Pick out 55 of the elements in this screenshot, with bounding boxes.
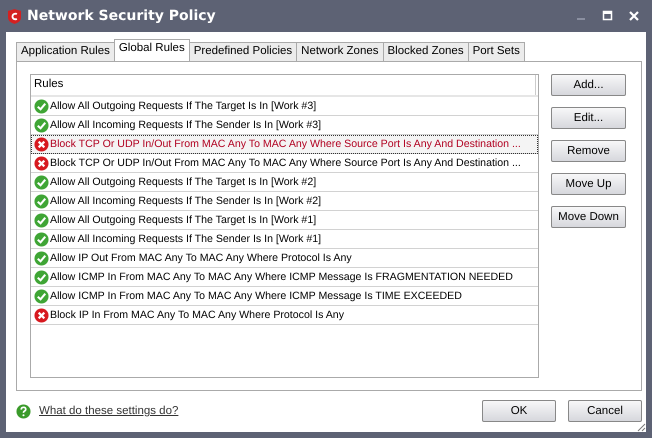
table-row[interactable]: Allow All Incoming Requests If The Sender Is In [Work #2] [31,192,538,211]
table-row[interactable]: Allow All Outgoing Requests If The Target Is In [Work #2] [31,173,538,192]
checkmark-icon [34,212,49,228]
rule-text: Allow All Incoming Requests If The Sender Is In [Work #1] [50,233,322,245]
action-button[interactable]: Move Down [551,206,626,228]
rule-text: Allow IP Out From MAC Any To MAC Any Where Protocol Is Any [50,252,352,264]
tab[interactable]: Predefined Policies [188,42,298,61]
table-row[interactable]: Allow All Incoming Requests If The Sender Is In [Work #1] [31,230,538,249]
resize-grip-icon[interactable] [636,422,646,432]
rule-text: Allow ICMP In From MAC Any To MAC Any Where ICMP Message Is TIME EXCEEDED [50,290,462,302]
column-header[interactable]: Rules [31,75,536,95]
tab[interactable]: Port Sets [468,42,525,61]
checkmark-icon [34,270,49,284]
tab[interactable]: Network Zones [296,42,384,61]
action-button[interactable]: Move Up [551,173,626,195]
checkmark-icon [34,232,49,246]
help-link[interactable]: What do these settings do? [39,405,178,417]
checkmark-icon [34,194,49,208]
checkmark-icon [34,174,49,190]
cross-icon [34,156,49,170]
rule-text: Block IP In From MAC Any To MAC Any Where Protocol Is Any [50,309,344,321]
maximize-icon[interactable] [602,10,614,22]
window-title: Network Security Policy [27,8,216,24]
table-row[interactable]: Block IP In From MAC Any To MAC Any Where Protocol Is Any [31,306,538,325]
dialog-button[interactable]: Cancel [568,400,642,422]
action-button[interactable]: Add... [551,74,626,96]
table-row[interactable]: Block TCP Or UDP In/Out From MAC Any To MAC Any Where Source Port Is Any And Destination ... [31,135,538,154]
rule-text: Allow All Incoming Requests If The Sender Is In [Work #2] [50,195,322,207]
help-icon [16,404,31,418]
rule-text: Allow All Outgoing Requests If The Target Is In [Work #1] [50,214,316,226]
close-icon[interactable] [628,10,640,22]
cross-icon [34,308,49,322]
rule-text: Allow All Incoming Requests If The Sender Is In [Work #3] [50,119,322,131]
cross-icon [34,136,49,152]
tab[interactable]: Application Rules [16,42,115,61]
tab[interactable]: Blocked Zones [382,42,469,61]
checkmark-icon [34,118,49,132]
action-button[interactable]: Edit... [551,107,626,129]
checkmark-icon [34,250,49,266]
rule-text: Allow All Outgoing Requests If The Target Is In [Work #3] [50,100,316,112]
rule-text: Block TCP Or UDP In/Out From MAC Any To MAC Any Where Source Port Is Any And Destination ... [50,157,521,169]
checkmark-icon [34,98,49,114]
action-button[interactable]: Remove [551,140,626,162]
table-row[interactable]: Allow IP Out From MAC Any To MAC Any Where Protocol Is Any [31,249,538,268]
shield-logo-icon [8,8,21,24]
dialog-button[interactable]: OK [482,400,556,422]
table-row[interactable]: Allow ICMP In From MAC Any To MAC Any Where ICMP Message Is TIME EXCEEDED [31,287,538,306]
table-row[interactable]: Allow ICMP In From MAC Any To MAC Any Where ICMP Message Is FRAGMENTATION NEEDED [31,268,538,287]
rule-text: Allow ICMP In From MAC Any To MAC Any Where ICMP Message Is FRAGMENTATION NEEDED [50,271,513,283]
rule-text: Block TCP Or UDP In/Out From MAC Any To MAC Any Where Source Port Is Any And Destination ... [50,138,521,150]
table-row[interactable]: Allow All Outgoing Requests If The Target Is In [Work #3] [31,97,538,116]
checkmark-icon [34,288,49,304]
table-row[interactable]: Block TCP Or UDP In/Out From MAC Any To MAC Any Where Source Port Is Any And Destination ... [31,154,538,173]
table-row[interactable]: Allow All Outgoing Requests If The Target Is In [Work #1] [31,211,538,230]
rule-text: Allow All Outgoing Requests If The Target Is In [Work #2] [50,176,316,188]
